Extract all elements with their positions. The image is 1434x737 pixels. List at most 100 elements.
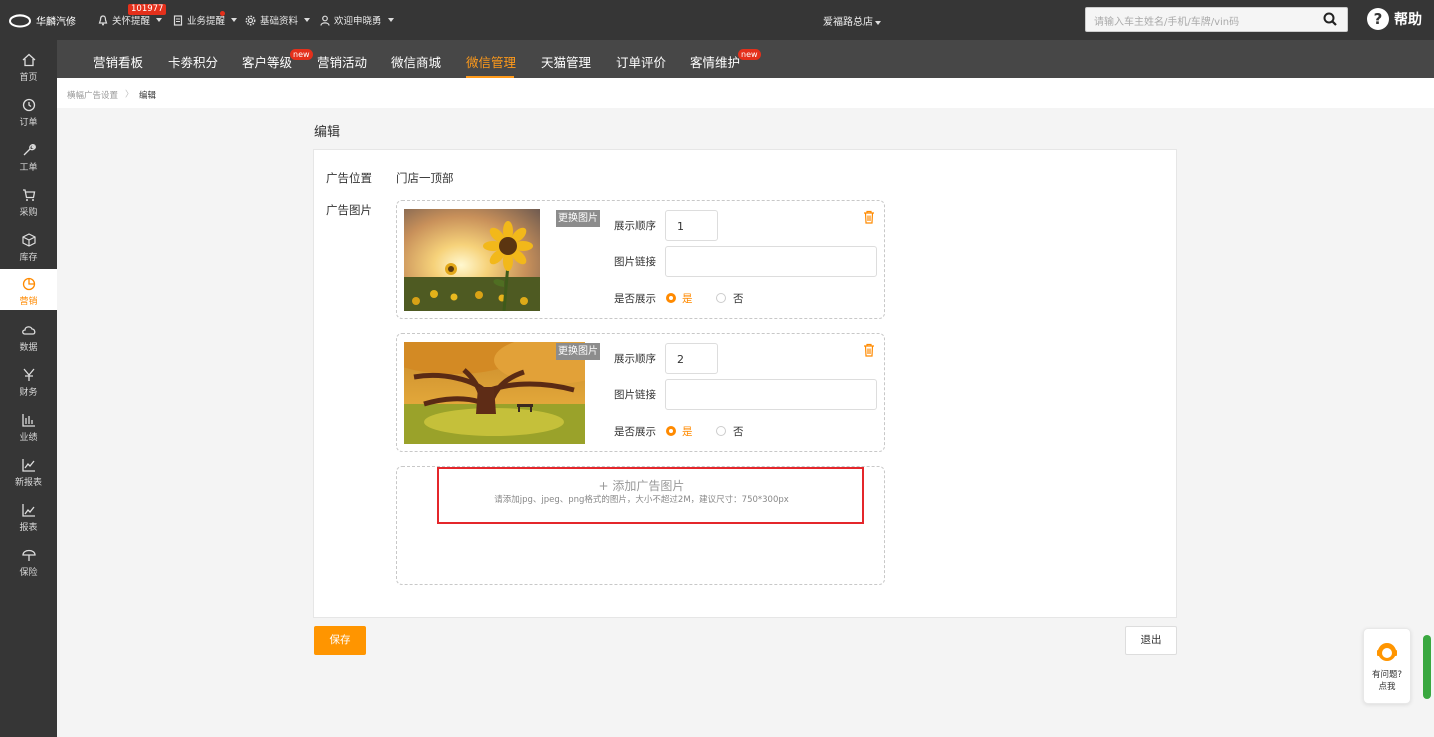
chevron-down-icon bbox=[156, 18, 163, 22]
care-reminder-menu[interactable]: 关怀提醒 bbox=[98, 13, 163, 27]
chevron-down-icon bbox=[387, 18, 394, 22]
sidebar-label: 采购 bbox=[19, 208, 38, 218]
yen-icon bbox=[23, 368, 34, 381]
wrench-icon bbox=[23, 144, 36, 156]
user-menu[interactable]: 欢迎申晓勇 bbox=[320, 13, 394, 27]
sidebar-item-marketing[interactable]: 营销 bbox=[0, 269, 57, 310]
breadcrumb-current: 编辑 bbox=[139, 91, 157, 101]
ad-images-label: 广告图片 bbox=[326, 203, 372, 217]
image-link-input[interactable] bbox=[665, 379, 877, 410]
show-no-label: 否 bbox=[733, 426, 744, 438]
save-button[interactable]: 保存 bbox=[314, 626, 366, 655]
change-image-button[interactable]: 更换图片 bbox=[556, 210, 600, 227]
new-badge: new bbox=[290, 49, 313, 60]
show-yes-radio[interactable] bbox=[666, 293, 676, 303]
image-link-label: 图片链接 bbox=[614, 256, 656, 268]
question-icon: ? bbox=[1367, 8, 1389, 30]
show-yes-radio[interactable] bbox=[666, 426, 676, 436]
sidebar-item-insurance[interactable]: 保险 bbox=[0, 540, 57, 584]
store-name: 爱福路总店 bbox=[823, 17, 873, 28]
sidebar-item-orders[interactable]: 订单 bbox=[0, 90, 57, 134]
sidebar-item-finance[interactable]: 财务 bbox=[0, 360, 57, 404]
display-order-input[interactable]: 2 bbox=[665, 343, 718, 374]
sidebar: 首页 订单 工单 采购 库存 营销 数据 财务 业绩 新报表 报表 保险 bbox=[0, 40, 57, 737]
new-badge: new bbox=[738, 49, 761, 60]
tab-tmall-management[interactable]: 天猫管理 bbox=[541, 52, 591, 71]
tab-order-review[interactable]: 订单评价 bbox=[616, 52, 666, 71]
show-no-radio[interactable] bbox=[716, 293, 726, 303]
sidebar-item-performance[interactable]: 业绩 bbox=[0, 405, 57, 449]
box-icon bbox=[21, 233, 36, 247]
logo-text: 华麟汽修 bbox=[36, 16, 76, 28]
care-reminder-label: 关怀提醒 bbox=[112, 16, 151, 27]
chevron-down-icon bbox=[304, 18, 311, 22]
ad-image-sunflower bbox=[404, 209, 540, 311]
basic-data-menu[interactable]: 基础资料 bbox=[245, 13, 311, 27]
sidebar-label: 数据 bbox=[19, 343, 38, 353]
store-selector[interactable]: 爱福路总店 bbox=[823, 13, 881, 28]
report-chart-icon bbox=[21, 504, 35, 517]
ad-item: 更换图片 展示顺序 2 图片链接 是否展示 是 否 bbox=[396, 333, 885, 452]
sidebar-item-inventory[interactable]: 库存 bbox=[0, 225, 57, 269]
trash-icon[interactable] bbox=[863, 343, 875, 357]
display-order-input[interactable]: 1 bbox=[665, 210, 718, 241]
tab-wechat-mall[interactable]: 微信商城 bbox=[391, 52, 441, 71]
bar-chart-icon bbox=[21, 414, 35, 427]
sidebar-item-new-report[interactable]: 新报表 bbox=[0, 450, 57, 494]
show-yes-label: 是 bbox=[682, 426, 693, 438]
clock-icon bbox=[22, 98, 35, 112]
business-reminder-menu[interactable]: 业务提醒 bbox=[173, 13, 238, 27]
trash-icon[interactable] bbox=[863, 210, 875, 224]
sidebar-item-purchase[interactable]: 采购 bbox=[0, 180, 57, 224]
sidebar-label: 报表 bbox=[19, 523, 38, 533]
display-order-label: 展示顺序 bbox=[614, 353, 656, 365]
display-order-label: 展示顺序 bbox=[614, 220, 656, 232]
pie-chart-icon bbox=[22, 277, 35, 291]
tab-marketing-board[interactable]: 营销看板 bbox=[93, 52, 143, 71]
sidebar-item-workorder[interactable]: 工单 bbox=[0, 135, 57, 179]
chevron-down-icon bbox=[231, 18, 238, 22]
logo-icon bbox=[9, 14, 31, 28]
bell-icon bbox=[98, 14, 108, 25]
notification-dot bbox=[220, 11, 225, 16]
business-reminder-label: 业务提醒 bbox=[187, 16, 226, 27]
tab-customer-care[interactable]: 客情维护 bbox=[690, 52, 740, 71]
chevron-right-icon: 〉 bbox=[125, 90, 134, 100]
exit-button[interactable]: 退出 bbox=[1125, 626, 1177, 655]
image-link-input[interactable] bbox=[665, 246, 877, 277]
sidebar-label: 财务 bbox=[19, 388, 38, 398]
sidebar-label: 订单 bbox=[19, 118, 38, 128]
scrollbar[interactable] bbox=[1423, 635, 1431, 699]
highlight-rectangle bbox=[437, 467, 864, 524]
show-no-radio[interactable] bbox=[716, 426, 726, 436]
help-label: 帮助 bbox=[1394, 12, 1422, 28]
sidebar-item-data[interactable]: 数据 bbox=[0, 315, 57, 359]
tab-coupon-points[interactable]: 卡劵积分 bbox=[168, 52, 218, 71]
tab-customer-level[interactable]: 客户等级 bbox=[242, 52, 292, 71]
ad-position-label: 广告位置 bbox=[326, 171, 372, 185]
document-icon bbox=[173, 14, 183, 26]
sidebar-item-report[interactable]: 报表 bbox=[0, 495, 57, 539]
cloud-icon bbox=[21, 326, 35, 335]
basic-data-label: 基础资料 bbox=[260, 16, 299, 27]
marketing-tabs: 营销看板 卡劵积分 客户等级 new 营销活动 微信商城 微信管理 天猫管理 订… bbox=[57, 40, 1434, 78]
logo[interactable]: 华麟汽修 bbox=[8, 10, 76, 30]
search-input[interactable]: 请输入车主姓名/手机/车牌/vin码 bbox=[1094, 13, 1239, 28]
ad-position-value: 门店一顶部 bbox=[396, 171, 454, 185]
image-link-label: 图片链接 bbox=[614, 389, 656, 401]
sidebar-label: 保险 bbox=[19, 568, 38, 578]
show-label: 是否展示 bbox=[614, 426, 656, 438]
headset-icon bbox=[1377, 643, 1397, 661]
search-icon[interactable] bbox=[1323, 12, 1337, 26]
breadcrumb-parent[interactable]: 横幅广告设置 bbox=[67, 89, 118, 101]
tab-wechat-management[interactable]: 微信管理 bbox=[466, 52, 516, 71]
change-image-button[interactable]: 更换图片 bbox=[556, 343, 600, 360]
page-title: 编辑 bbox=[314, 125, 341, 140]
tab-marketing-activity[interactable]: 营销活动 bbox=[317, 52, 367, 71]
sidebar-item-home[interactable]: 首页 bbox=[0, 45, 57, 89]
search-box[interactable]: 请输入车主姓名/手机/车牌/vin码 bbox=[1085, 7, 1348, 32]
sidebar-label: 库存 bbox=[19, 253, 38, 263]
help-button[interactable]: ? 帮助 bbox=[1367, 8, 1422, 30]
help-chat-widget[interactable]: 有问题? 点我 bbox=[1363, 628, 1411, 704]
sidebar-label: 工单 bbox=[19, 163, 38, 173]
